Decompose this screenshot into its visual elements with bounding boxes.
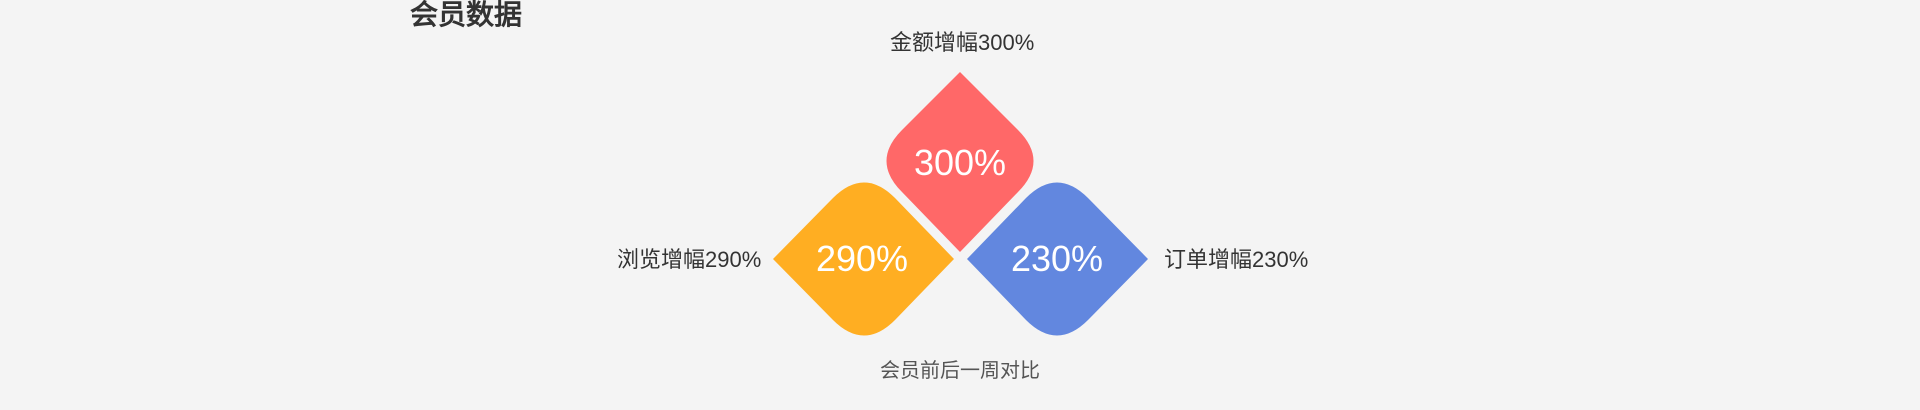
value-order: 230% (1011, 238, 1103, 279)
chart-caption: 会员前后一周对比 (880, 360, 1040, 382)
member-data-panel: 会员数据 金额增幅300% 浏览增幅290% 订单增幅230% 300% 290… (0, 0, 1920, 410)
value-amount: 300% (914, 142, 1006, 183)
growth-diamond-chart: 300% 290% 230% (773, 72, 1148, 336)
value-browse: 290% (816, 238, 908, 279)
